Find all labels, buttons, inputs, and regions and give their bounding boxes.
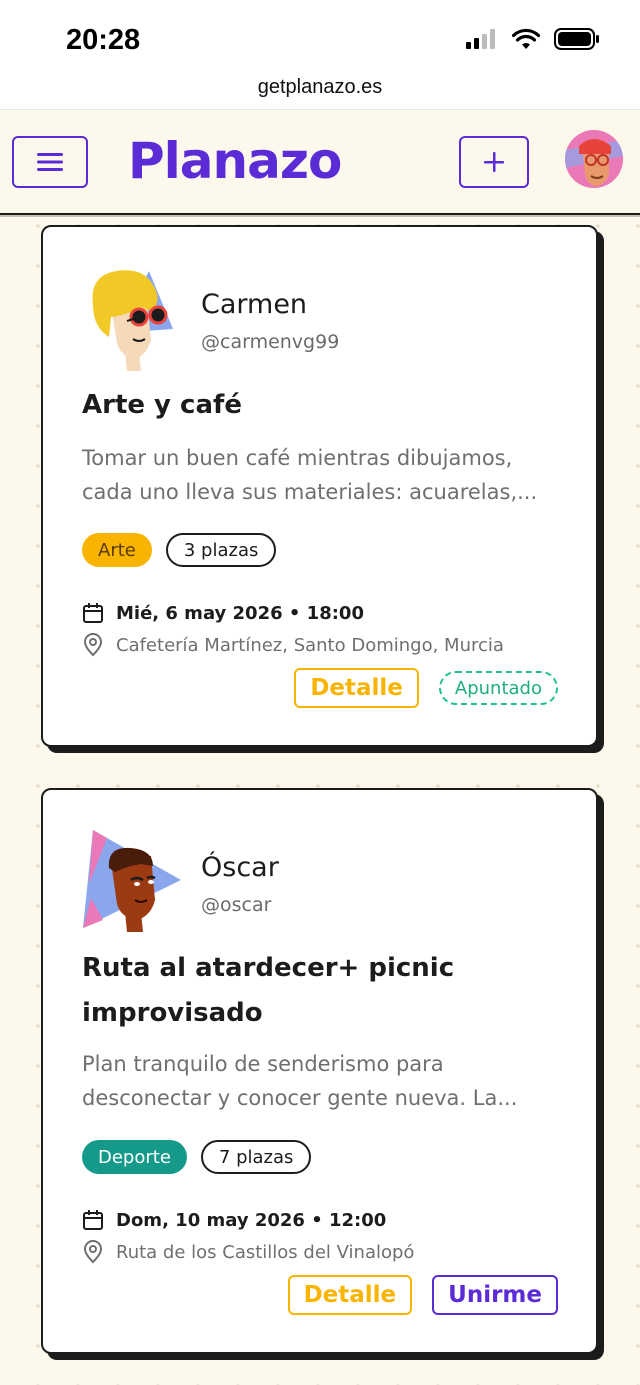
location-row: Cafetería Martínez, Santo Domingo, Murci… xyxy=(82,629,504,661)
user-avatar[interactable] xyxy=(565,130,623,188)
host-name[interactable]: Óscar xyxy=(201,852,279,883)
wifi-icon xyxy=(512,28,540,49)
plan-meta: Dom, 10 may 2026 • 12:00 Ruta de los Cas… xyxy=(82,1204,414,1268)
host-avatar xyxy=(81,267,185,371)
seats-badge: 7 plazas xyxy=(200,1140,312,1174)
plan-card[interactable]: Óscar @oscar Ruta al atardecer+ picnic i… xyxy=(41,788,598,1354)
status-bar: 20:28 getplanazo.es xyxy=(0,0,640,110)
location-pin-icon xyxy=(83,1240,103,1264)
plan-title[interactable]: Arte y café xyxy=(82,383,242,428)
plan-card[interactable]: Carmen @carmenvg99 Arte y café Tomar un … xyxy=(41,225,598,747)
url-bar[interactable]: getplanazo.es xyxy=(0,76,640,99)
plan-tags: Deporte 7 plazas xyxy=(82,1140,312,1174)
category-badge: Arte xyxy=(82,533,152,567)
host-name[interactable]: Carmen xyxy=(201,289,307,320)
app-header: Planazo xyxy=(0,110,640,215)
menu-button[interactable] xyxy=(12,136,88,188)
app-logo[interactable]: Planazo xyxy=(128,132,342,190)
carmen-avatar-illustration xyxy=(92,270,173,371)
status-icons xyxy=(466,28,600,50)
plus-icon xyxy=(484,152,504,172)
signal-icon xyxy=(466,29,495,49)
plan-description: Tomar un buen café mientras dibujamos, c… xyxy=(82,446,538,504)
oscar-avatar-illustration xyxy=(83,830,181,932)
plan-meta: Mié, 6 may 2026 • 18:00 Cafetería Martín… xyxy=(82,597,504,661)
battery-icon xyxy=(554,28,599,50)
plan-description: Plan tranquilo de senderismo para descon… xyxy=(82,1052,518,1110)
plan-location: Ruta de los Castillos del Vinalopó xyxy=(116,1241,415,1263)
joined-status-badge[interactable]: Apuntado xyxy=(438,671,558,705)
detail-button[interactable]: Detalle xyxy=(294,668,419,708)
seats-badge: 3 plazas xyxy=(165,533,277,567)
plan-actions: Detalle Unirme xyxy=(287,1275,558,1315)
date-row: Dom, 10 may 2026 • 12:00 xyxy=(82,1204,414,1236)
detail-button[interactable]: Detalle xyxy=(287,1275,413,1315)
calendar-icon xyxy=(83,603,103,623)
plan-title[interactable]: Ruta al atardecer+ picnic improvisado xyxy=(82,946,562,1036)
host-handle: @carmenvg99 xyxy=(201,331,340,353)
plan-date: Dom, 10 may 2026 • 12:00 xyxy=(116,1209,387,1231)
hamburger-icon xyxy=(37,153,63,171)
host-avatar xyxy=(81,828,185,932)
category-badge: Deporte xyxy=(82,1140,187,1174)
avatar-illustration xyxy=(565,130,623,188)
plan-location: Cafetería Martínez, Santo Domingo, Murci… xyxy=(116,634,504,656)
date-row: Mié, 6 may 2026 • 18:00 xyxy=(82,597,504,629)
calendar-icon xyxy=(83,1210,103,1230)
location-row: Ruta de los Castillos del Vinalopó xyxy=(82,1236,414,1268)
plan-date: Mié, 6 may 2026 • 18:00 xyxy=(116,602,364,624)
add-plan-button[interactable] xyxy=(459,136,529,188)
join-button[interactable]: Unirme xyxy=(432,1275,558,1315)
plan-tags: Arte 3 plazas xyxy=(82,533,277,567)
plan-actions: Detalle Apuntado xyxy=(294,668,558,708)
location-pin-icon xyxy=(83,633,103,657)
status-time: 20:28 xyxy=(66,24,141,56)
host-handle: @oscar xyxy=(201,894,272,916)
